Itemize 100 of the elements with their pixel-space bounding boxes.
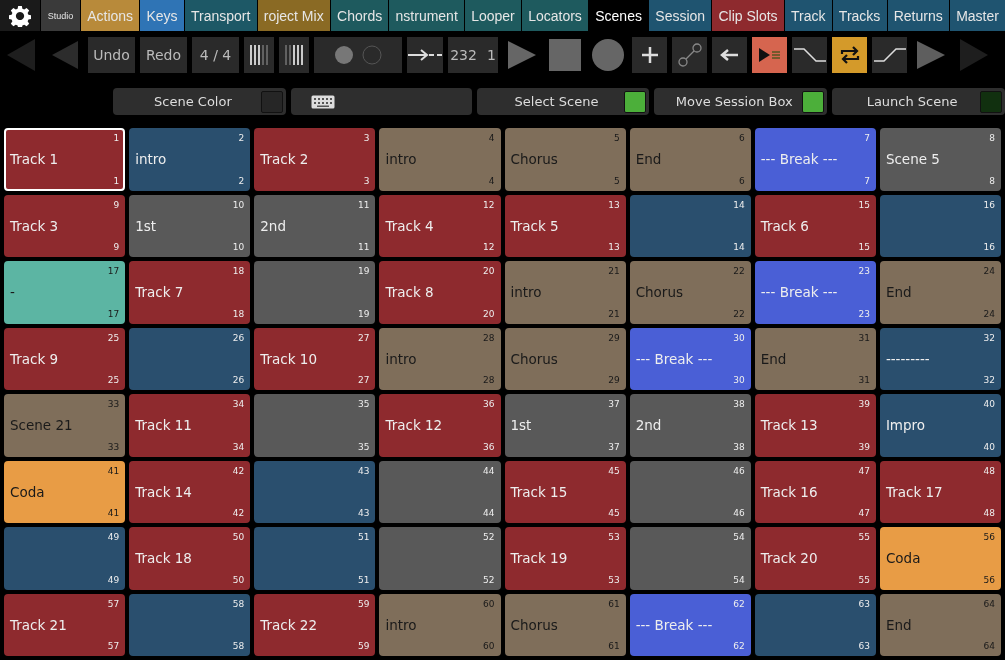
control-button[interactable]: Scene Color — [113, 88, 286, 115]
scene-slot[interactable]: Track 7 18 18 — [129, 261, 251, 324]
tab[interactable]: nstrument — [389, 0, 464, 31]
scene-slot[interactable]: Track 22 59 59 — [254, 593, 376, 656]
tab[interactable]: Chords — [330, 0, 389, 31]
scene-slot[interactable]: Coda 41 41 — [4, 460, 126, 523]
scene-slot[interactable]: Track 12 36 36 — [379, 394, 501, 457]
scene-slot[interactable]: intro 4 4 — [379, 128, 501, 191]
scene-slot[interactable]: Track 21 57 57 — [4, 593, 126, 656]
scene-slot[interactable]: End 31 31 — [754, 327, 876, 390]
scene-slot[interactable]: Track 5 13 13 — [504, 194, 626, 257]
scene-slot[interactable]: Scene 5 8 8 — [879, 128, 1001, 191]
scene-slot[interactable]: Impro 40 40 — [879, 394, 1001, 457]
scene-slot[interactable]: Track 17 48 48 — [879, 460, 1001, 523]
tab[interactable]: roject Mix — [257, 0, 330, 31]
scene-slot[interactable]: 46 46 — [629, 460, 751, 523]
toolbar-button[interactable] — [872, 37, 907, 73]
toolbar-button[interactable]: 4 / 4 — [192, 37, 239, 73]
scene-slot[interactable]: Track 16 47 47 — [754, 460, 876, 523]
scene-slot[interactable]: Track 19 53 53 — [504, 527, 626, 590]
scene-slot[interactable]: Track 15 45 45 — [504, 460, 626, 523]
scene-slot[interactable]: 19 19 — [254, 261, 376, 324]
scene-slot[interactable]: End 24 24 — [879, 261, 1001, 324]
tab[interactable]: Tracks — [832, 0, 887, 31]
scene-slot[interactable]: Track 18 50 50 — [129, 527, 251, 590]
control-button[interactable]: Move Session Box — [654, 88, 828, 115]
scene-slot[interactable]: --- Break --- 62 62 — [629, 593, 751, 656]
scene-slot[interactable]: End 64 64 — [879, 593, 1001, 656]
scene-slot[interactable]: intro 2 2 — [129, 128, 251, 191]
scene-slot[interactable]: Track 6 15 15 — [754, 194, 876, 257]
scene-slot[interactable]: 44 44 — [379, 460, 501, 523]
toolbar-button[interactable]: Undo — [88, 37, 135, 73]
circles-icon[interactable] — [334, 45, 382, 65]
scene-slot[interactable]: --- Break --- 30 30 — [629, 327, 751, 390]
scene-slot[interactable]: 43 43 — [254, 460, 376, 523]
tab[interactable]: Keys — [140, 0, 184, 31]
scene-slot[interactable]: 51 51 — [254, 527, 376, 590]
scene-slot[interactable]: Track 4 12 12 — [379, 194, 501, 257]
scene-slot[interactable]: 49 49 — [4, 527, 126, 590]
scene-slot[interactable]: Coda 56 56 — [879, 527, 1001, 590]
scene-slot[interactable]: intro 21 21 — [504, 261, 626, 324]
scene-slot[interactable]: --- Break --- 23 23 — [754, 261, 876, 324]
scene-slot[interactable]: Track 11 34 34 — [129, 394, 251, 457]
scene-slot[interactable]: Track 14 42 42 — [129, 460, 251, 523]
scene-slot[interactable]: 35 35 — [254, 394, 376, 457]
tab[interactable]: Track — [784, 0, 832, 31]
tab[interactable]: Returns — [887, 0, 949, 31]
scene-slot[interactable]: 1st 10 10 — [129, 194, 251, 257]
circle-icon[interactable] — [591, 38, 625, 72]
scene-slot[interactable]: 58 58 — [129, 593, 251, 656]
scene-slot[interactable]: Track 1 1 1 — [4, 128, 126, 191]
tab[interactable]: Looper — [465, 0, 521, 31]
stop-icon[interactable] — [548, 38, 582, 72]
settings-icon[interactable] — [9, 4, 31, 27]
scene-slot[interactable]: Track 9 25 25 — [4, 327, 126, 390]
scene-slot[interactable]: 26 26 — [129, 327, 251, 390]
scene-slot[interactable]: intro 28 28 — [379, 327, 501, 390]
scene-slot[interactable]: --- Break --- 7 7 — [754, 128, 876, 191]
scene-slot[interactable]: --------- 32 32 — [879, 327, 1001, 390]
scene-slot[interactable]: Chorus 29 29 — [504, 327, 626, 390]
toolbar-button[interactable] — [712, 37, 747, 73]
scene-slot[interactable]: Scene 21 33 33 — [4, 394, 126, 457]
vertical-bars-icon[interactable] — [283, 43, 305, 67]
tab[interactable]: Transport — [184, 0, 257, 31]
toolbar-button[interactable] — [792, 37, 827, 73]
scene-slot[interactable]: 2nd 11 11 — [254, 194, 376, 257]
scene-slot[interactable]: Chorus 5 5 — [504, 128, 626, 191]
vertical-bars-icon[interactable] — [248, 43, 270, 67]
tab[interactable]: Locators — [521, 0, 589, 31]
tab[interactable]: Master — [949, 0, 1005, 31]
scene-slot[interactable]: Track 20 55 55 — [754, 527, 876, 590]
scene-slot[interactable]: 16 16 — [879, 194, 1001, 257]
scene-slot[interactable]: 52 52 — [379, 527, 501, 590]
arrow-dash-icon[interactable] — [407, 47, 443, 63]
scene-slot[interactable]: End 6 6 — [629, 128, 751, 191]
scene-slot[interactable]: 63 63 — [754, 593, 876, 656]
scene-slot[interactable]: intro 60 60 — [379, 593, 501, 656]
scene-slot[interactable]: Chorus 61 61 — [504, 593, 626, 656]
tab[interactable]: Studio — [41, 0, 80, 31]
control-button[interactable]: Select Scene — [476, 88, 650, 115]
scene-slot[interactable]: 1st 37 37 — [504, 394, 626, 457]
toolbar-button[interactable] — [632, 37, 667, 73]
scene-name: Track 3 — [10, 217, 59, 234]
scene-slot[interactable]: Track 3 9 9 — [4, 194, 126, 257]
scene-slot[interactable]: 14 14 — [629, 194, 751, 257]
keyboard-button[interactable] — [290, 88, 472, 115]
scene-slot[interactable]: 2nd 38 38 — [629, 394, 751, 457]
tab[interactable]: Clip Slots — [712, 0, 784, 31]
toolbar-button[interactable]: Redo — [140, 37, 187, 73]
tab[interactable]: Session — [649, 0, 712, 31]
scene-slot[interactable]: - 17 17 — [4, 261, 126, 324]
scene-slot[interactable]: Track 13 39 39 — [754, 394, 876, 457]
scene-slot[interactable]: Chorus 22 22 — [629, 261, 751, 324]
toolbar-button[interactable] — [752, 37, 787, 73]
scene-slot[interactable]: 54 54 — [629, 527, 751, 590]
control-button[interactable]: Launch Scene — [832, 88, 1005, 115]
scene-slot[interactable]: Track 2 3 3 — [254, 128, 376, 191]
toolbar-button[interactable] — [832, 37, 867, 73]
scene-slot[interactable]: Track 8 20 20 — [379, 261, 501, 324]
scene-slot[interactable]: Track 10 27 27 — [254, 327, 376, 390]
